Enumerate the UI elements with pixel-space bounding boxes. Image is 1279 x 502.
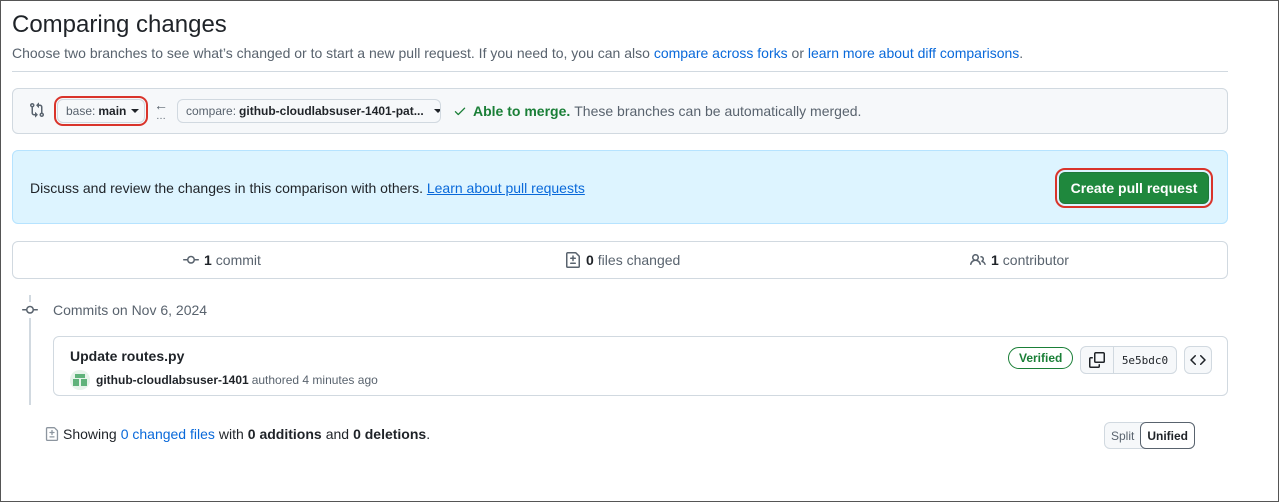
- toc-showing: Showing: [63, 426, 117, 442]
- compare-branch-select[interactable]: compare: github-cloudlabsuser-1401-pat..…: [177, 99, 441, 123]
- commit-authored-time: authored 4 minutes ago: [251, 373, 378, 387]
- avatar[interactable]: [70, 370, 90, 390]
- commit-author[interactable]: github-cloudlabsuser-1401: [96, 373, 249, 387]
- compare-prefix: compare:: [186, 104, 237, 118]
- people-icon: [970, 253, 986, 266]
- git-commit-icon: [20, 302, 40, 318]
- commit-sha-group: 5e5bdc0: [1080, 346, 1177, 374]
- copy-icon: [1089, 352, 1105, 368]
- toc-additions: 0 additions: [247, 426, 322, 442]
- subtitle-text: Choose two branches to see what’s change…: [12, 45, 650, 61]
- files-label: files changed: [597, 252, 681, 268]
- contributors-count: 1: [991, 252, 999, 268]
- files-summary[interactable]: 0 files changed: [565, 242, 680, 278]
- toc-deletions: 0 deletions: [353, 426, 427, 442]
- chevron-down-icon: [131, 109, 140, 113]
- discuss-text-block: Discuss and review the changes in this c…: [30, 180, 585, 196]
- chevron-down-icon: [433, 109, 440, 113]
- numbers-summary: 1 commit 0 files changed 1 contributor: [12, 241, 1228, 279]
- arrow-left-icon: ←: [154, 97, 168, 113]
- file-diff-icon: [566, 252, 580, 268]
- files-count: 0: [586, 252, 594, 268]
- commit-meta: github-cloudlabsuser-1401 authored 4 min…: [70, 370, 378, 390]
- merge-message: These branches can be automatically merg…: [574, 103, 862, 119]
- discuss-banner: Discuss and review the changes in this c…: [12, 150, 1228, 224]
- learn-diff-link[interactable]: learn more about diff comparisons: [808, 45, 1019, 61]
- range-editor: base: main ← … compare: github-cloudlabs…: [12, 88, 1228, 134]
- compare-forks-link[interactable]: compare across forks: [654, 45, 788, 61]
- toc-with: with: [218, 426, 244, 442]
- diff-view-toggle: Split Unified: [1104, 422, 1196, 449]
- git-compare-icon: [29, 102, 45, 118]
- compare-branch-name: github-cloudlabsuser-1401-pat...: [239, 104, 424, 118]
- file-diff-icon: [45, 427, 59, 441]
- commits-count: 1: [204, 252, 212, 268]
- subtitle-end: .: [1019, 45, 1024, 61]
- merge-ok-text: Able to merge.: [473, 103, 571, 119]
- merge-status: Able to merge. These branches can be aut…: [453, 103, 861, 119]
- page-title: Comparing changes: [12, 11, 227, 38]
- subtitle-or: or: [791, 45, 804, 61]
- commit-list-item: Update routes.py github-cloudlabsuser-14…: [53, 336, 1228, 396]
- contributors-summary[interactable]: 1 contributor: [970, 242, 1069, 278]
- toc-period: .: [426, 426, 431, 442]
- browse-repository-button[interactable]: [1184, 346, 1212, 374]
- commits-summary[interactable]: 1 commit: [183, 242, 261, 278]
- copy-sha-button[interactable]: [1081, 347, 1114, 373]
- unified-view-button[interactable]: Unified: [1140, 422, 1196, 449]
- git-commit-icon: [183, 255, 199, 264]
- contributors-label: contributor: [1002, 252, 1069, 268]
- commits-date-heading: Commits on Nov 6, 2024: [53, 302, 208, 318]
- split-view-button[interactable]: Split: [1105, 423, 1140, 448]
- discuss-text: Discuss and review the changes in this c…: [30, 180, 423, 196]
- base-prefix: base:: [66, 104, 96, 118]
- commit-title-link[interactable]: Update routes.py: [70, 348, 184, 364]
- base-branch-name: main: [98, 104, 127, 118]
- page-subtitle: Choose two branches to see what’s change…: [12, 45, 1023, 61]
- swap-ellipsis-icon[interactable]: …: [156, 111, 166, 122]
- header-divider: [12, 71, 1228, 72]
- verified-badge[interactable]: Verified: [1008, 347, 1074, 369]
- toc-and: and: [325, 426, 350, 442]
- code-icon: [1190, 354, 1206, 366]
- check-icon: [454, 107, 466, 116]
- create-pull-request-button[interactable]: Create pull request: [1055, 168, 1213, 208]
- base-branch-select[interactable]: base: main: [54, 96, 148, 126]
- toc-summary: Showing 0 changed files with 0 additions…: [45, 426, 430, 442]
- commits-label: commit: [215, 252, 261, 268]
- changed-files-link[interactable]: 0 changed files: [121, 426, 215, 442]
- learn-pull-requests-link[interactable]: Learn about pull requests: [427, 180, 585, 196]
- commit-sha-link[interactable]: 5e5bdc0: [1114, 347, 1176, 373]
